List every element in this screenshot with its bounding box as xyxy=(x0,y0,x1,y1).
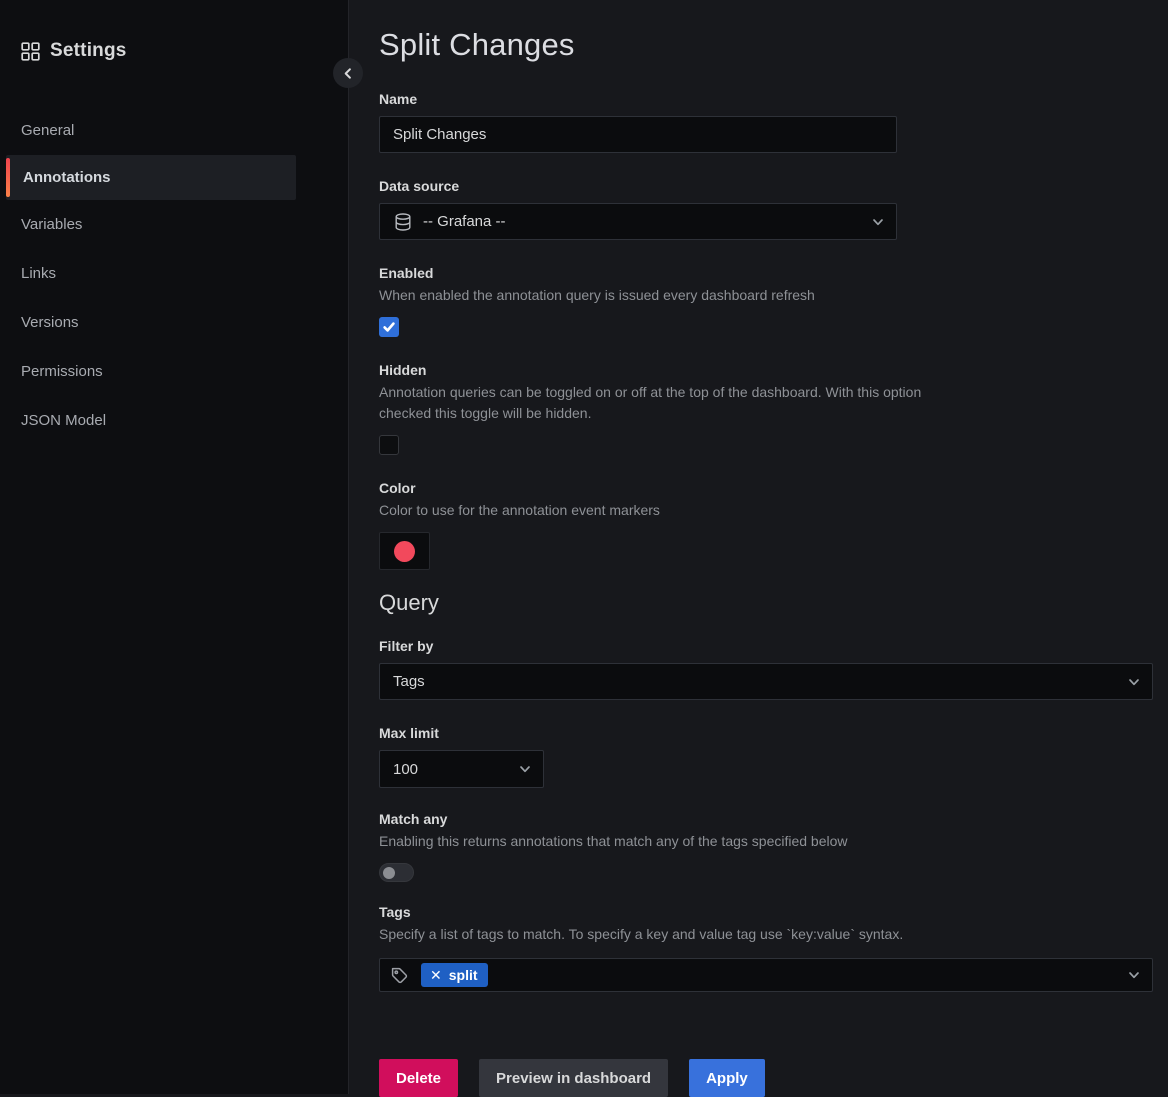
match-any-label: Match any xyxy=(379,811,1153,827)
tags-input[interactable]: ✕ split xyxy=(379,958,1153,992)
hidden-description: Annotation queries can be toggled on or … xyxy=(379,382,964,424)
checkmark-icon xyxy=(382,320,396,334)
filter-by-label: Filter by xyxy=(379,638,1153,654)
color-picker-swatch[interactable] xyxy=(379,532,430,570)
filter-by-select[interactable]: Tags xyxy=(379,663,1153,700)
page-title: Split Changes xyxy=(379,26,1153,64)
remove-tag-icon[interactable]: ✕ xyxy=(430,968,442,982)
filter-by-field-group: Filter by Tags xyxy=(379,638,1153,700)
data-source-label: Data source xyxy=(379,178,1153,194)
tags-label: Tags xyxy=(379,904,1153,920)
match-any-description: Enabling this returns annotations that m… xyxy=(379,831,1153,852)
query-section-title: Query xyxy=(379,589,1153,616)
sidebar-item-json-model[interactable]: JSON Model xyxy=(0,396,348,445)
max-limit-select[interactable]: 100 xyxy=(379,750,544,788)
chevron-down-icon xyxy=(871,215,885,229)
settings-sidebar: Settings General Annotations Variables L… xyxy=(0,0,349,1094)
match-any-field-group: Match any Enabling this returns annotati… xyxy=(379,811,1153,882)
sidebar-item-general[interactable]: General xyxy=(0,106,348,155)
color-label: Color xyxy=(379,480,1153,496)
color-swatch-circle xyxy=(394,541,415,562)
apply-button[interactable]: Apply xyxy=(689,1059,765,1097)
enabled-label: Enabled xyxy=(379,265,1153,281)
sidebar-item-versions[interactable]: Versions xyxy=(0,298,348,347)
color-description: Color to use for the annotation event ma… xyxy=(379,500,1153,521)
chevron-down-icon xyxy=(1127,968,1141,982)
data-source-field-group: Data source -- Grafana -- xyxy=(379,178,1153,240)
hidden-checkbox[interactable] xyxy=(379,435,399,455)
enabled-description: When enabled the annotation query is iss… xyxy=(379,285,1153,306)
apps-grid-icon xyxy=(21,42,40,61)
name-input[interactable] xyxy=(379,116,897,153)
match-any-toggle[interactable] xyxy=(379,863,414,882)
tag-icon xyxy=(390,966,409,985)
sidebar-item-permissions[interactable]: Permissions xyxy=(0,347,348,396)
sidebar-title: Settings xyxy=(50,40,127,62)
chevron-down-icon xyxy=(1127,675,1141,689)
sidebar-item-variables[interactable]: Variables xyxy=(0,200,348,249)
name-field-group: Name xyxy=(379,91,1153,153)
tag-pill-split: ✕ split xyxy=(421,963,488,987)
toggle-knob xyxy=(383,867,395,879)
preview-in-dashboard-button[interactable]: Preview in dashboard xyxy=(479,1059,668,1097)
collapse-sidebar-button[interactable] xyxy=(333,58,363,88)
sidebar-header: Settings xyxy=(0,0,348,62)
hidden-label: Hidden xyxy=(379,362,1153,378)
max-limit-label: Max limit xyxy=(379,725,1153,741)
hidden-field-group: Hidden Annotation queries can be toggled… xyxy=(379,362,1153,455)
name-label: Name xyxy=(379,91,1153,107)
delete-button[interactable]: Delete xyxy=(379,1059,458,1097)
enabled-field-group: Enabled When enabled the annotation quer… xyxy=(379,265,1153,337)
color-field-group: Color Color to use for the annotation ev… xyxy=(379,480,1153,570)
tags-field-group: Tags Specify a list of tags to match. To… xyxy=(379,904,1153,992)
sidebar-item-annotations[interactable]: Annotations xyxy=(6,155,296,200)
tags-description: Specify a list of tags to match. To spec… xyxy=(379,924,1153,945)
max-limit-field-group: Max limit 100 xyxy=(379,725,1153,788)
sidebar-item-links[interactable]: Links xyxy=(0,249,348,298)
settings-nav: General Annotations Variables Links Vers… xyxy=(0,106,348,445)
data-source-select[interactable]: -- Grafana -- xyxy=(379,203,897,240)
actions-row: Delete Preview in dashboard Apply xyxy=(379,1059,1153,1097)
data-source-value: -- Grafana -- xyxy=(423,213,506,230)
filter-by-value: Tags xyxy=(393,673,425,690)
annotation-settings-panel: Split Changes Name Data source -- Grafan… xyxy=(350,0,1168,1094)
database-icon xyxy=(393,212,413,232)
chevron-down-icon xyxy=(518,762,532,776)
enabled-checkbox[interactable] xyxy=(379,317,399,337)
max-limit-value: 100 xyxy=(393,761,418,778)
tag-pill-label: split xyxy=(449,967,478,983)
chevron-left-icon xyxy=(342,67,355,80)
